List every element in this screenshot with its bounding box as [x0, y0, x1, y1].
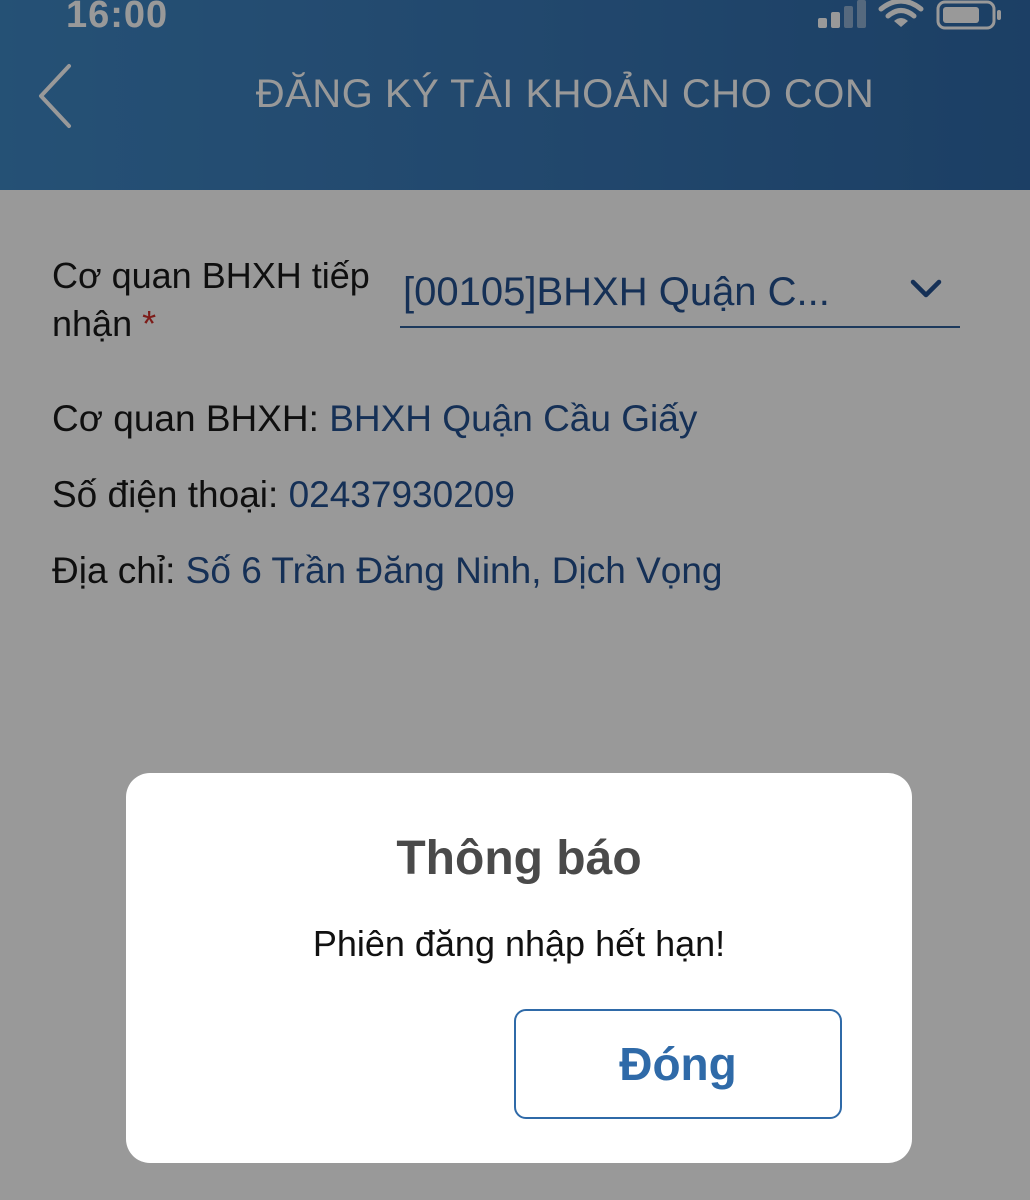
dialog-message: Phiên đăng nhập hết hạn! — [312, 923, 726, 964]
close-button[interactable]: Đóng — [514, 1009, 842, 1119]
alert-dialog: Thông báo Phiên đăng nhập hết hạn! Đóng — [126, 773, 912, 1163]
dialog-title: Thông báo — [396, 832, 642, 885]
